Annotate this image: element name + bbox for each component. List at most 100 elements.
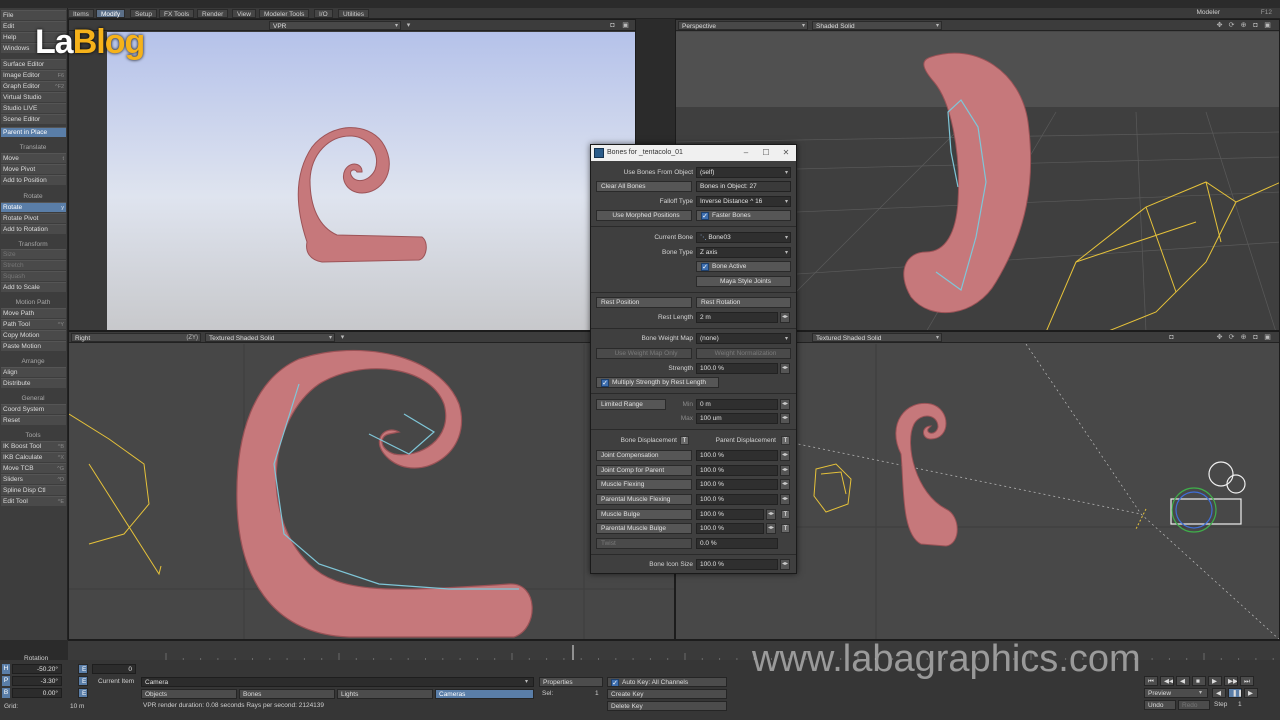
- muscle-flexing-input[interactable]: 100.0 %: [696, 479, 778, 490]
- envelope-icon[interactable]: ◂▸: [780, 479, 790, 490]
- envelope-icon[interactable]: ◂▸: [780, 413, 790, 424]
- panel-titlebar[interactable]: Bones for _tentacolo_01 – ☐ ✕: [591, 145, 796, 161]
- maximize-icon[interactable]: ▣: [1264, 334, 1271, 341]
- clear-all-bones-button[interactable]: Clear All Bones: [596, 181, 692, 192]
- toolbar-virtual-studio[interactable]: Virtual Studio: [1, 92, 66, 102]
- toolbar-move[interactable]: Move t: [1, 153, 66, 163]
- view-type-select[interactable]: Perspective ▾: [678, 21, 808, 30]
- envelope-icon[interactable]: ◂▸: [780, 399, 790, 410]
- muscle-bulge-t-button[interactable]: T: [781, 510, 790, 519]
- toolbar-align[interactable]: Align: [1, 367, 66, 377]
- menu-file[interactable]: File: [1, 10, 66, 20]
- bone-type-select[interactable]: Z axis ▾: [696, 247, 791, 258]
- pitch-input[interactable]: -3.30°: [12, 676, 62, 686]
- toolbar-graph-editor[interactable]: Graph Editor ^F2: [1, 81, 66, 91]
- create-key-button[interactable]: Create Key: [607, 689, 727, 699]
- camera-view-icon[interactable]: ◘: [1252, 334, 1259, 341]
- shading-select[interactable]: Textured Shaded Solid ▾: [205, 333, 335, 342]
- bone-icon-size-input[interactable]: 100.0 %: [696, 559, 778, 570]
- toolbar-move-pivot[interactable]: Move Pivot: [1, 164, 66, 174]
- viewport-top-left[interactable]: VPR ▾ ▾ ◘ ▣: [68, 19, 636, 331]
- bank-input[interactable]: 0.00°: [12, 688, 62, 698]
- rest-length-input[interactable]: 2 m: [696, 312, 778, 323]
- parental-muscle-bulge-input[interactable]: 100.0 %: [696, 523, 764, 534]
- shading-select[interactable]: Textured Shaded Solid ▾: [812, 333, 942, 342]
- view-type-select[interactable]: Right (ZY): [71, 333, 201, 342]
- toolbar-ik-boost-tool[interactable]: IK Boost Tool ^B: [1, 441, 66, 451]
- toolbar-squash[interactable]: Squash: [1, 271, 66, 281]
- lights-tab[interactable]: Lights: [337, 689, 433, 699]
- envelope-icon[interactable]: ◂▸: [780, 312, 790, 323]
- faster-bones-checkbox[interactable]: ✓ Faster Bones: [696, 210, 791, 221]
- heading-input[interactable]: -50.20°: [12, 664, 62, 674]
- move-view-icon[interactable]: ✥: [1216, 334, 1223, 341]
- zoom-view-icon[interactable]: ⊕: [1240, 22, 1247, 29]
- toolbar-coord-system[interactable]: Coord System: [1, 404, 66, 414]
- envelope-icon[interactable]: ◂▸: [780, 494, 790, 505]
- bones-tab[interactable]: Bones: [239, 689, 335, 699]
- view-type-select[interactable]: VPR ▾: [269, 21, 401, 30]
- play-icon[interactable]: ▶: [1208, 676, 1222, 686]
- twist-button[interactable]: Twist: [596, 538, 692, 549]
- heading-envelope-button[interactable]: E: [78, 664, 88, 674]
- prev-key-icon[interactable]: ◀◀: [1160, 676, 1174, 686]
- tab-render[interactable]: Render: [197, 9, 229, 18]
- toolbar-add-to-scale[interactable]: Add to Scale: [1, 282, 66, 292]
- zoom-view-icon[interactable]: ⊕: [1240, 334, 1247, 341]
- next-key-icon[interactable]: ▶▶: [1224, 676, 1238, 686]
- toolbar-paste-motion[interactable]: Paste Motion: [1, 341, 66, 351]
- toolbar-spline-disp-ctl[interactable]: Spline Disp Ctl: [1, 485, 66, 495]
- move-view-icon[interactable]: ✥: [1216, 22, 1223, 29]
- play-forward-icon[interactable]: ▶: [1244, 688, 1258, 698]
- tab-view[interactable]: View: [232, 9, 256, 18]
- undo-button[interactable]: Undo: [1144, 700, 1176, 710]
- tab-utilities[interactable]: Utilities: [338, 9, 369, 18]
- tab-fx-tools[interactable]: FX Tools: [159, 9, 195, 18]
- toolbar-ikb-calculate[interactable]: IKB Calculate ^X: [1, 452, 66, 462]
- toolbar-edit-tool[interactable]: Edit Tool ^E: [1, 496, 66, 506]
- play-back-icon[interactable]: ◀: [1212, 688, 1226, 698]
- tab-setup[interactable]: Setup: [130, 9, 157, 18]
- delete-key-button[interactable]: Delete Key: [607, 701, 727, 711]
- toolbar-move-tcb[interactable]: Move TCB ^G: [1, 463, 66, 473]
- toolbar-reset[interactable]: Reset: [1, 415, 66, 425]
- rest-rotation-button[interactable]: Rest Rotation: [696, 297, 791, 308]
- bone-displacement-t-button[interactable]: T: [680, 436, 689, 445]
- toolbar-move-path[interactable]: Move Path: [1, 308, 66, 318]
- toolbar-distribute[interactable]: Distribute: [1, 378, 66, 388]
- parental-muscle-bulge-t-button[interactable]: T: [781, 524, 790, 533]
- toolbar-path-tool[interactable]: Path Tool ^Y: [1, 319, 66, 329]
- envelope-icon[interactable]: ◂▸: [780, 363, 790, 374]
- rotate-view-icon[interactable]: ⟳: [1228, 334, 1235, 341]
- twist-input[interactable]: 0.0 %: [696, 538, 778, 549]
- limited-range-button[interactable]: Limited Range: [596, 399, 666, 410]
- current-item-select[interactable]: Camera ▾: [141, 677, 534, 687]
- use-bones-from-object-select[interactable]: (self) ▾: [696, 167, 791, 178]
- parental-muscle-bulge-button[interactable]: Parental Muscle Bulge: [596, 523, 692, 534]
- pitch-envelope-button[interactable]: E: [78, 676, 88, 686]
- tab-modify[interactable]: Modify: [96, 9, 126, 18]
- toolbar-studio-live[interactable]: Studio LIVE: [1, 103, 66, 113]
- frame-input[interactable]: 0: [92, 664, 136, 674]
- envelope-icon[interactable]: ◂▸: [780, 450, 790, 461]
- use-weight-map-only-button[interactable]: Use Weight Map Only: [596, 348, 692, 359]
- camera-icon[interactable]: ◘: [1168, 334, 1175, 341]
- pause-icon[interactable]: ❚❚: [1228, 688, 1242, 698]
- toolbar-add-to-position[interactable]: Add to Position: [1, 175, 66, 185]
- preview-select[interactable]: Preview ▾: [1144, 688, 1208, 698]
- close-icon[interactable]: ✕: [776, 145, 796, 161]
- envelope-icon[interactable]: ◂▸: [780, 559, 790, 570]
- tab-items[interactable]: Items: [68, 9, 94, 18]
- joint-compensation-button[interactable]: Joint Compensation: [596, 450, 692, 461]
- multiply-strength-checkbox[interactable]: ✓ Multiply Strength by Rest Length: [596, 377, 719, 388]
- joint-comp-parent-button[interactable]: Joint Comp for Parent: [596, 465, 692, 476]
- parental-muscle-flexing-button[interactable]: Parental Muscle Flexing: [596, 494, 692, 505]
- maximize-icon[interactable]: ▣: [622, 22, 629, 29]
- joint-compensation-input[interactable]: 100.0 %: [696, 450, 778, 461]
- bank-envelope-button[interactable]: E: [78, 688, 88, 698]
- envelope-icon[interactable]: ◂▸: [766, 509, 776, 520]
- shading-select[interactable]: Shaded Solid ▾: [812, 21, 942, 30]
- envelope-icon[interactable]: ◂▸: [766, 523, 776, 534]
- viewport-bottom-left[interactable]: Right (ZY) Textured Shaded Solid ▾ ▾: [68, 331, 675, 640]
- maya-style-joints-button[interactable]: Maya Style Joints: [696, 276, 791, 287]
